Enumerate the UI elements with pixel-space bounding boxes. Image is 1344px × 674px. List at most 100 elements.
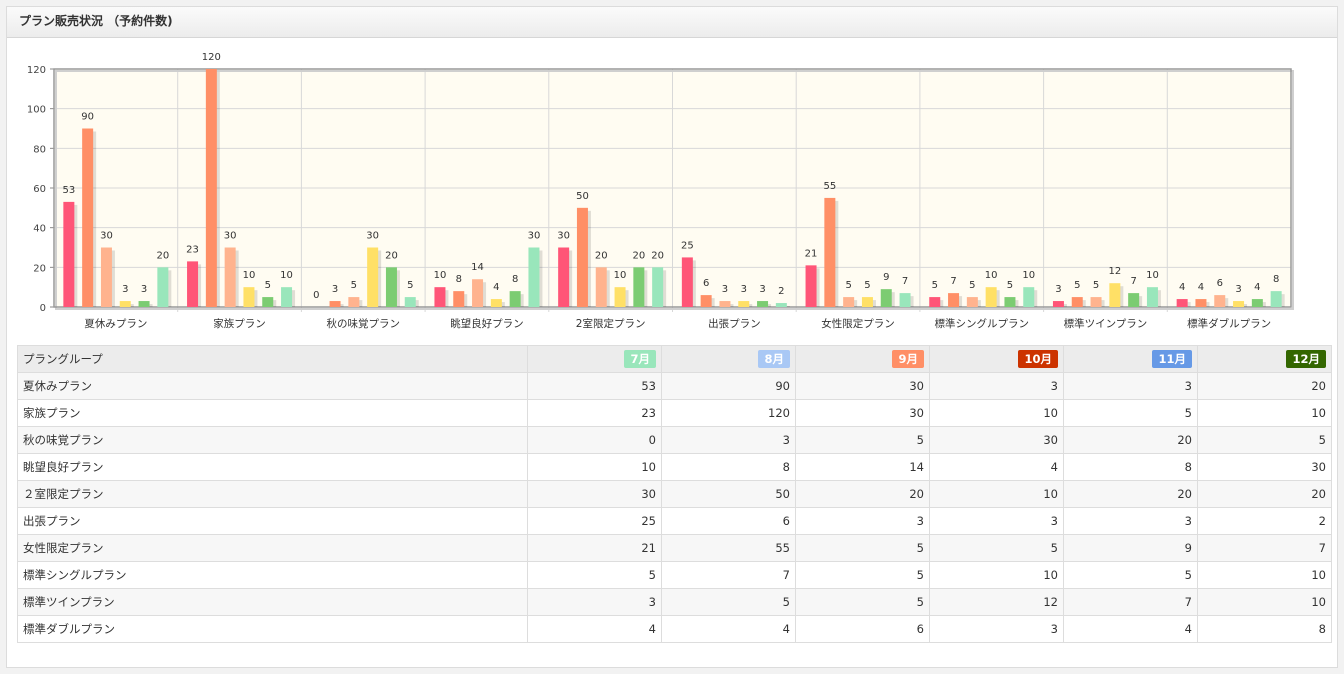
data-label: 3 xyxy=(759,284,765,295)
bar xyxy=(348,297,360,307)
plan-name-cell: 標準ツインプラン xyxy=(17,588,528,616)
value-cell: 10 xyxy=(1197,588,1332,616)
x-tick-label: 標準ツインプラン xyxy=(1064,317,1148,330)
month-badge: 7月 xyxy=(624,350,656,368)
value-cell: 20 xyxy=(1197,480,1332,508)
data-label: 10 xyxy=(1146,270,1159,281)
data-label: 5 xyxy=(932,280,938,291)
bar xyxy=(966,297,978,307)
value-cell: 6 xyxy=(795,615,930,643)
value-cell: 10 xyxy=(929,561,1064,589)
sales-table-container: プラングループ 7月 8月 9月 10月 11月 12月 夏休みプラン 53 90 30 3 3 20… xyxy=(17,345,1332,643)
plan-name-cell: 女性限定プラン xyxy=(17,534,528,562)
data-label: 7 xyxy=(902,276,908,287)
month-badge: 10月 xyxy=(1018,350,1058,368)
data-label: 7 xyxy=(1130,276,1136,287)
value-cell: 5 xyxy=(795,561,930,589)
value-cell: 20 xyxy=(1197,372,1332,400)
data-label: 90 xyxy=(81,112,94,123)
data-label: 3 xyxy=(141,284,147,295)
data-label: 8 xyxy=(1273,274,1279,285)
y-tick-label: 80 xyxy=(33,144,46,155)
value-cell: 3 xyxy=(661,426,796,454)
data-label: 5 xyxy=(351,280,357,291)
bar xyxy=(558,247,570,307)
value-cell: 3 xyxy=(527,588,662,616)
value-cell: 120 xyxy=(661,399,796,427)
value-cell: 5 xyxy=(1063,399,1198,427)
table-row: 標準ダブルプラン 4 4 6 3 4 8 xyxy=(17,615,1332,643)
value-cell: 4 xyxy=(929,453,1064,481)
y-tick-label: 0 xyxy=(40,303,46,314)
y-tick-label: 20 xyxy=(33,263,46,274)
bar xyxy=(738,301,750,307)
y-tick-label: 120 xyxy=(27,65,46,76)
bar xyxy=(775,303,787,307)
value-cell: 30 xyxy=(1197,453,1332,481)
data-label: 53 xyxy=(62,185,75,196)
value-cell: 7 xyxy=(1197,534,1332,562)
data-label: 6 xyxy=(1217,278,1223,289)
value-cell: 5 xyxy=(929,534,1064,562)
bar xyxy=(1023,287,1035,307)
bar xyxy=(1004,297,1016,307)
value-cell: 12 xyxy=(929,588,1064,616)
table-row: 標準ツインプラン 3 5 5 12 7 10 xyxy=(17,588,1332,616)
x-tick-label: 標準ダブルプラン xyxy=(1187,317,1271,330)
table-header-row: プラングループ 7月 8月 9月 10月 11月 12月 xyxy=(17,345,1332,373)
data-label: 9 xyxy=(883,272,889,283)
data-label: 10 xyxy=(985,270,998,281)
y-tick-label: 40 xyxy=(33,224,46,235)
bar xyxy=(861,297,873,307)
bar xyxy=(899,293,911,307)
y-tick-label: 100 xyxy=(27,105,46,116)
bar xyxy=(100,247,112,307)
bar xyxy=(329,301,341,307)
data-label: 20 xyxy=(385,250,398,261)
data-label: 12 xyxy=(1108,266,1121,277)
table-row: 女性限定プラン 21 55 5 5 9 7 xyxy=(17,534,1332,562)
data-label: 30 xyxy=(557,231,570,242)
bar xyxy=(187,261,199,307)
data-label: 30 xyxy=(528,231,541,242)
value-cell: 30 xyxy=(795,399,930,427)
month-badge: 8月 xyxy=(758,350,790,368)
bar xyxy=(281,287,293,307)
bar xyxy=(681,257,693,307)
value-cell: 20 xyxy=(1063,426,1198,454)
bar xyxy=(82,128,94,307)
value-cell: 6 xyxy=(661,507,796,535)
bar xyxy=(805,265,817,307)
bar xyxy=(490,299,502,307)
value-cell: 8 xyxy=(1197,615,1332,643)
bar xyxy=(633,267,645,307)
value-cell: 10 xyxy=(527,453,662,481)
value-cell: 14 xyxy=(795,453,930,481)
value-cell: 55 xyxy=(661,534,796,562)
bar xyxy=(576,207,588,307)
value-cell: 5 xyxy=(795,588,930,616)
bar xyxy=(63,201,75,307)
y-tick-label: 60 xyxy=(33,184,46,195)
table-row: 夏休みプラン 53 90 30 3 3 20 xyxy=(17,372,1332,400)
bar xyxy=(1109,283,1121,307)
plan-name-cell: 眺望良好プラン xyxy=(17,453,528,481)
data-label: 55 xyxy=(823,181,836,192)
data-label: 30 xyxy=(100,231,113,242)
plan-name-cell: 出張プラン xyxy=(17,507,528,535)
data-label: 5 xyxy=(407,280,413,291)
value-cell: 3 xyxy=(929,615,1064,643)
value-cell: 23 xyxy=(527,399,662,427)
bar xyxy=(1176,299,1188,307)
bar xyxy=(1251,299,1263,307)
data-label: 5 xyxy=(864,280,870,291)
value-cell: 4 xyxy=(661,615,796,643)
value-cell: 3 xyxy=(1063,507,1198,535)
bar xyxy=(205,69,217,307)
data-label: 4 xyxy=(1254,282,1260,293)
value-cell: 90 xyxy=(661,372,796,400)
data-label: 3 xyxy=(122,284,128,295)
value-cell: 30 xyxy=(527,480,662,508)
bar xyxy=(472,279,484,307)
table-row: ２室限定プラン 30 50 20 10 20 20 xyxy=(17,480,1332,508)
